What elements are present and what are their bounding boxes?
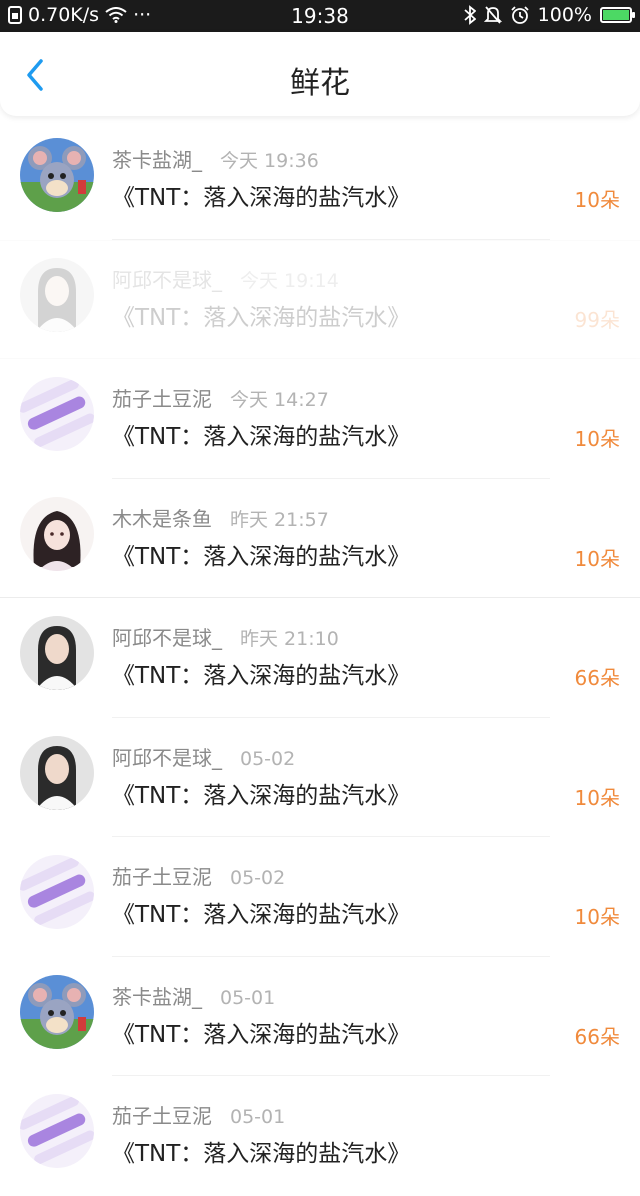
item-meta: 茄子土豆泥 05-02	[112, 861, 285, 890]
avatar[interactable]	[20, 974, 94, 1049]
avatar[interactable]	[20, 496, 94, 571]
username[interactable]: 茄子土豆泥	[112, 865, 212, 889]
work-title[interactable]: 《TNT：落入深海的盐汽水》	[112, 895, 410, 929]
list-item[interactable]: 茄子土豆泥 05-02 《TNT：落入深海的盐汽水》 10朵	[0, 837, 640, 957]
girl-portrait-avatar-icon	[20, 257, 94, 332]
work-title[interactable]: 《TNT：落入深海的盐汽水》	[112, 178, 410, 212]
timestamp: 昨天 21:57	[230, 508, 329, 531]
flower-count: 10朵	[574, 546, 620, 571]
flower-record-list: 茶卡盐湖_ 今天 19:36 《TNT：落入深海的盐汽水》 10朵 阿邱不是球_ 今…	[0, 120, 640, 1196]
item-meta: 茄子土豆泥 05-01	[112, 1100, 285, 1129]
page-title: 鲜花	[290, 66, 350, 101]
top-bar: 鲜花	[0, 32, 640, 116]
battery-percent: 100%	[537, 4, 592, 26]
timestamp: 05-01	[230, 1106, 286, 1128]
username[interactable]: 阿邱不是球_	[112, 268, 222, 292]
cartoon-mouse-avatar-icon	[20, 138, 94, 212]
list-item[interactable]: 阿邱不是球_ 05-02 《TNT：落入深海的盐汽水》 10朵	[0, 718, 640, 837]
anime-girl-avatar-icon	[20, 496, 94, 571]
divider	[0, 239, 640, 241]
timestamp: 今天 19:14	[240, 269, 339, 292]
flower-count: 10朵	[574, 188, 620, 212]
work-title[interactable]: 《TNT：落入深海的盐汽水》	[112, 1134, 410, 1168]
username[interactable]: 茶卡盐湖_	[112, 985, 202, 1009]
flower-count: 66朵	[574, 666, 620, 690]
work-title[interactable]: 《TNT：落入深海的盐汽水》	[112, 537, 410, 571]
avatar[interactable]	[20, 377, 94, 451]
work-title[interactable]: 《TNT：落入深海的盐汽水》	[112, 298, 410, 332]
timestamp: 05-02	[230, 867, 286, 889]
timestamp: 05-01	[220, 986, 276, 1009]
avatar[interactable]	[20, 138, 94, 212]
work-title[interactable]: 《TNT：落入深海的盐汽水》	[112, 656, 410, 690]
item-meta: 阿邱不是球_ 昨天 21:10	[112, 622, 339, 651]
purple-sticker-avatar-icon	[20, 1094, 94, 1168]
avatar[interactable]	[20, 735, 94, 810]
username[interactable]: 阿邱不是球_	[112, 746, 222, 770]
flower-count: 10朵	[574, 427, 620, 451]
item-meta: 阿邱不是球_ 05-02	[112, 742, 295, 771]
girl-portrait-avatar-icon	[20, 616, 94, 690]
avatar[interactable]	[20, 1094, 94, 1168]
work-title[interactable]: 《TNT：落入深海的盐汽水》	[112, 417, 410, 451]
list-item[interactable]: 茶卡盐湖_ 今天 19:36 《TNT：落入深海的盐汽水》 10朵	[0, 120, 640, 240]
list-item[interactable]: 茄子土豆泥 05-01 《TNT：落入深海的盐汽水》	[0, 1076, 640, 1196]
mute-bell-icon	[483, 5, 502, 25]
avatar[interactable]	[20, 855, 94, 929]
username[interactable]: 木木是条鱼	[112, 507, 212, 531]
purple-sticker-avatar-icon	[20, 377, 94, 451]
username[interactable]: 茄子土豆泥	[112, 387, 212, 411]
item-meta: 茄子土豆泥 今天 14:27	[112, 383, 329, 412]
item-meta: 茶卡盐湖_ 05-01	[112, 981, 275, 1010]
avatar[interactable]	[20, 616, 94, 690]
timestamp: 昨天 21:10	[240, 628, 339, 650]
username[interactable]: 茶卡盐湖_	[112, 148, 202, 172]
flower-count: 99朵	[574, 307, 620, 332]
timestamp: 今天 19:36	[220, 150, 319, 172]
flower-count: 66朵	[574, 1024, 620, 1049]
list-item[interactable]: 茶卡盐湖_ 05-01 《TNT：落入深海的盐汽水》 66朵	[0, 957, 640, 1076]
flower-count: 10朵	[574, 785, 620, 810]
bluetooth-icon	[464, 5, 476, 25]
list-item[interactable]: 茄子土豆泥 今天 14:27 《TNT：落入深海的盐汽水》 10朵	[0, 359, 640, 479]
item-meta: 阿邱不是球_ 今天 19:14	[112, 264, 339, 293]
list-item[interactable]: 阿邱不是球_ 昨天 21:10 《TNT：落入深海的盐汽水》 66朵	[0, 598, 640, 718]
avatar[interactable]	[20, 257, 94, 332]
list-item[interactable]: 木木是条鱼 昨天 21:57 《TNT：落入深海的盐汽水》 10朵	[0, 479, 640, 598]
flower-count: 10朵	[574, 905, 620, 929]
item-meta: 木木是条鱼 昨天 21:57	[112, 503, 329, 532]
list-item[interactable]: 阿邱不是球_ 今天 19:14 《TNT：落入深海的盐汽水》 99朵	[0, 239, 640, 359]
purple-sticker-avatar-icon	[20, 855, 94, 929]
girl-portrait-avatar-icon	[20, 735, 94, 810]
username[interactable]: 阿邱不是球_	[112, 626, 222, 650]
timestamp: 05-02	[240, 747, 296, 770]
item-meta: 茶卡盐湖_ 今天 19:36	[112, 144, 319, 173]
username[interactable]: 茄子土豆泥	[112, 1104, 212, 1128]
timestamp: 今天 14:27	[230, 389, 329, 411]
work-title[interactable]: 《TNT：落入深海的盐汽水》	[112, 776, 410, 810]
cartoon-mouse-avatar-icon	[20, 974, 94, 1049]
work-title[interactable]: 《TNT：落入深海的盐汽水》	[112, 1015, 410, 1049]
battery-icon	[600, 7, 635, 23]
alarm-icon	[510, 5, 530, 25]
status-right: 100%	[464, 4, 635, 26]
status-bar: 0.70K/s ··· 19:38 100%	[0, 0, 640, 32]
